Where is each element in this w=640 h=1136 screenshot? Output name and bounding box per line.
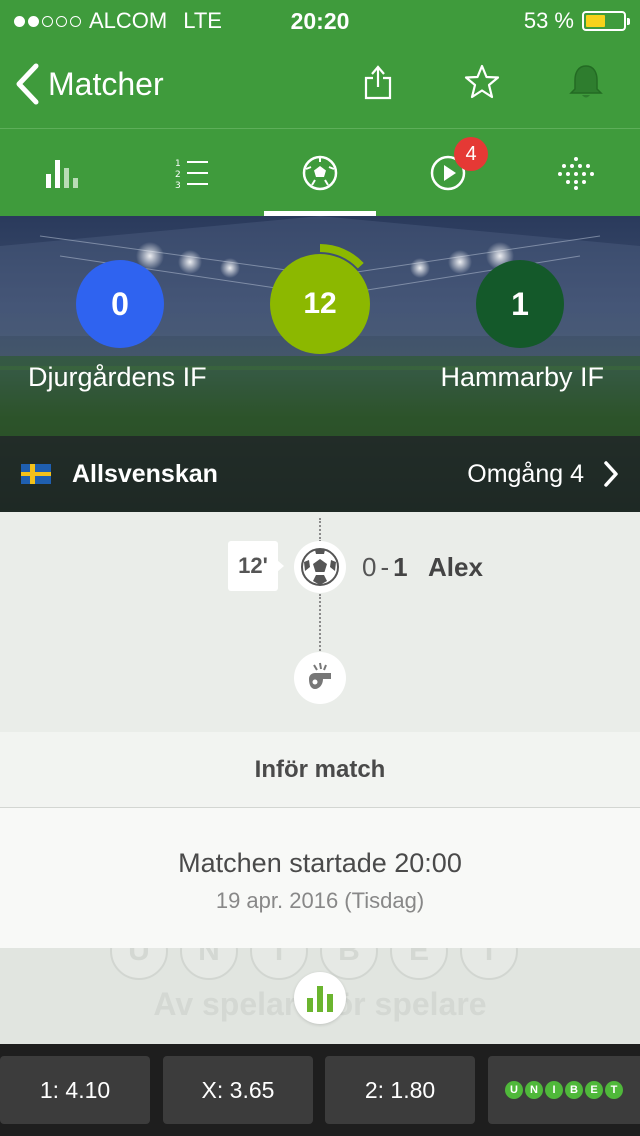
favorite-button[interactable] (462, 60, 502, 104)
back-button-label: Matcher (48, 65, 164, 102)
status-right: 53 % (523, 8, 630, 34)
battery-percent: 53 % (523, 8, 574, 33)
bookmaker-logo-letter: T (605, 1081, 623, 1099)
promo-letter: U (110, 948, 168, 980)
pointer-arrow (277, 560, 284, 572)
status-bar: ALCOM LTE 20:20 53 % (0, 0, 640, 40)
match-date: 19 apr. 2016 (Tisdag) (215, 888, 425, 913)
league-row[interactable]: Allsvenskan Omgång 4 (0, 436, 640, 512)
share-button[interactable] (358, 60, 398, 104)
odds-draw-button[interactable]: X: 3.65 (163, 1056, 313, 1124)
match-minute-indicator: 12 (268, 240, 384, 356)
svg-text:2: 2 (175, 170, 181, 180)
football-icon (302, 155, 338, 191)
svg-text:3: 3 (175, 181, 181, 190)
bookmaker-logo-letter: B (565, 1081, 583, 1099)
chevron-right-icon (604, 461, 618, 487)
league-name: Allsvenskan (72, 459, 218, 488)
video-count-badge: 4 (454, 137, 488, 171)
match-start-info: Matchen startade 20:00 19 apr. 2016 (Tis… (0, 808, 640, 948)
pre-match-header: Inför match (0, 732, 640, 808)
sweden-flag-icon (21, 464, 51, 484)
away-team-name[interactable]: Hammarby IF (440, 362, 604, 393)
goal-score-away: 1 (393, 552, 408, 582)
formation-icon (558, 157, 594, 190)
bookmaker-logo-letter: U (505, 1081, 523, 1099)
tab-bar: 1 2 3 4 (0, 128, 640, 217)
bell-icon (569, 65, 603, 98)
timeline-line (319, 594, 321, 654)
match-events: 12' 0-1 Alex (0, 512, 640, 732)
timeline-line (319, 518, 321, 542)
home-score: 0 (76, 260, 164, 348)
tab-standings[interactable]: 1 2 3 (128, 129, 256, 217)
numbered-list-icon: 1 2 3 (175, 159, 208, 190)
back-button[interactable]: Matcher (14, 62, 164, 106)
match-start-time: Matchen startade 20:00 (178, 848, 462, 878)
svg-text:1: 1 (175, 159, 181, 169)
battery-tip (627, 18, 630, 25)
bar-chart-icon (307, 986, 333, 1012)
kickoff-event[interactable] (294, 652, 346, 704)
tab-stats[interactable] (0, 129, 128, 217)
odds-home-button[interactable]: 1: 4.10 (0, 1056, 150, 1124)
battery-fill (586, 15, 605, 27)
event-minute: 12' (228, 541, 278, 591)
goal-score: 0-1 (362, 552, 408, 583)
battery-icon (582, 11, 630, 31)
home-team-name[interactable]: Djurgårdens IF (28, 362, 207, 393)
odds-away-button[interactable]: 2: 1.80 (325, 1056, 475, 1124)
bookmaker-logo-letter: E (585, 1081, 603, 1099)
bookmaker-logo-letter: I (545, 1081, 563, 1099)
goal-score-home: 0 (362, 552, 377, 582)
odds-bar: 1: 4.10 X: 3.65 2: 1.80 UNIBET (0, 1044, 640, 1136)
promo-letter: I (250, 948, 308, 980)
bookmaker-logo-button[interactable]: UNIBET (488, 1056, 640, 1124)
football-icon (301, 548, 339, 586)
promo-banner[interactable]: UNIBET Av spelare för spelare (0, 948, 640, 1044)
away-score: 1 (476, 260, 564, 348)
bookmaker-logo-letter: N (525, 1081, 543, 1099)
bar-chart-icon (46, 160, 78, 188)
stats-button[interactable] (294, 972, 346, 1024)
tab-match[interactable] (256, 129, 384, 217)
tab-lineup[interactable] (512, 129, 640, 217)
promo-letter: T (460, 948, 518, 980)
whistle-icon (309, 662, 331, 689)
goal-score-separator: - (380, 552, 390, 582)
chevron-left-icon (16, 63, 39, 105)
match-header: 0 12 1 Djurgårdens IF Hammarby IF Allsve… (0, 216, 640, 512)
match-minute: 12 (270, 254, 370, 354)
star-icon (464, 64, 500, 99)
goal-event[interactable] (294, 541, 346, 593)
round-label: Omgång 4 (467, 459, 584, 488)
navigation-bar: Matcher (0, 40, 640, 128)
goal-player: Alex (428, 552, 483, 582)
tab-video[interactable]: 4 (384, 129, 512, 217)
share-icon (364, 65, 392, 100)
notification-button[interactable] (566, 60, 606, 104)
promo-letter: N (180, 948, 238, 980)
promo-letter: E (390, 948, 448, 980)
